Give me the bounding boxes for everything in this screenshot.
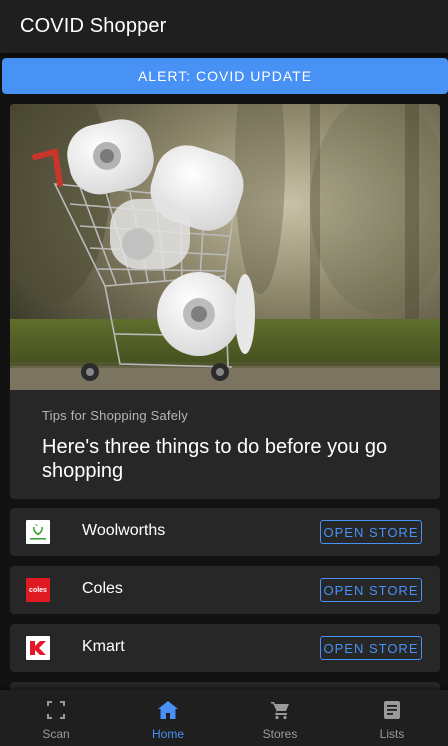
woolworths-logo-icon <box>26 520 50 544</box>
feature-card[interactable]: Tips for Shopping Safely Here's three th… <box>10 104 440 499</box>
store-item-coles[interactable]: coles Coles OPEN STORE <box>10 566 440 614</box>
home-icon <box>156 698 180 722</box>
feature-headline: Here's three things to do before you go … <box>42 436 388 482</box>
nav-item-home[interactable]: Home <box>112 690 224 746</box>
store-name: Kmart <box>82 638 125 655</box>
app-title: COVID Shopper <box>20 15 167 37</box>
feature-overline: Tips for Shopping Safely <box>42 408 188 423</box>
nav-item-scan[interactable]: Scan <box>0 690 112 746</box>
cart-icon <box>268 698 292 722</box>
coles-logo-icon: coles <box>26 578 50 602</box>
store-item-kmart[interactable]: Kmart OPEN STORE <box>10 624 440 672</box>
nav-label: Stores <box>262 727 298 741</box>
store-item-woolworths[interactable]: Woolworths OPEN STORE <box>10 508 440 556</box>
kmart-logo-icon <box>26 636 50 660</box>
covid-alert-button[interactable]: ALERT: COVID UPDATE <box>2 58 448 94</box>
list-icon <box>380 698 404 722</box>
nav-item-lists[interactable]: Lists <box>336 690 448 746</box>
bottom-navigation: Scan Home Stores Lists <box>0 690 448 746</box>
nav-label: Home <box>151 727 184 741</box>
open-store-button[interactable]: OPEN STORE <box>320 578 422 602</box>
open-store-button[interactable]: OPEN STORE <box>320 636 422 660</box>
nav-label: Scan <box>42 727 70 741</box>
app-bar: COVID Shopper <box>0 0 448 53</box>
scan-icon <box>44 698 68 722</box>
nav-item-stores[interactable]: Stores <box>224 690 336 746</box>
store-name: Woolworths <box>82 522 166 539</box>
app-screen: COVID Shopper ALERT: COVID UPDATE Tips f… <box>0 0 448 746</box>
open-store-button[interactable]: OPEN STORE <box>320 520 422 544</box>
shopping-cart-photo <box>10 104 440 390</box>
store-name: Coles <box>82 580 123 597</box>
nav-label: Lists <box>379 727 405 741</box>
